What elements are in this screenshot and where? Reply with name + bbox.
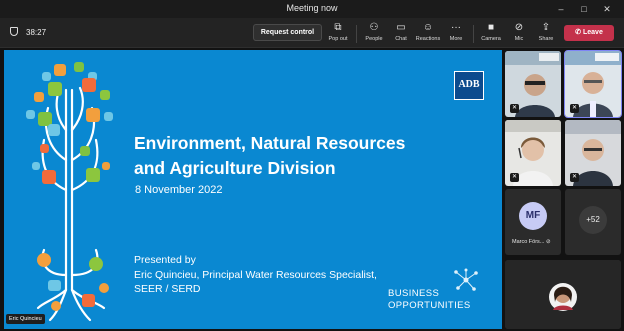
chat-icon: ▭ xyxy=(396,22,406,33)
camera-button[interactable]: ■ Camera xyxy=(476,22,506,46)
chat-button[interactable]: ▭ Chat xyxy=(386,22,416,46)
overflow-count: +52 xyxy=(579,206,607,234)
leaf-icon xyxy=(82,78,96,92)
participant-video-tile[interactable]: ✕ xyxy=(565,120,621,186)
leaf-icon xyxy=(99,283,109,293)
mic-off-icon: ✕ xyxy=(570,173,579,182)
participant-video-tile[interactable]: ✕ xyxy=(564,50,622,118)
participant-video-tile[interactable]: ✕ xyxy=(505,120,561,186)
leaf-icon xyxy=(48,82,62,96)
mic-label: Mic xyxy=(514,36,524,42)
participant-name-text: Marco Förs... xyxy=(512,239,545,245)
tree-illustration xyxy=(26,62,113,322)
toolbar-divider xyxy=(473,25,474,43)
leaf-icon xyxy=(32,162,40,170)
reactions-icon: ☺ xyxy=(422,22,434,33)
mic-off-icon: ✕ xyxy=(570,104,579,113)
slide-title: Environment, Natural Resources and Agric… xyxy=(134,131,405,181)
mic-button[interactable]: ⊘ Mic xyxy=(504,22,534,46)
people-button[interactable]: ⚇ People xyxy=(359,22,389,46)
presenter-name: Eric Quincieu, Principal Water Resources… xyxy=(134,268,377,281)
share-button[interactable]: ⇪ Share xyxy=(531,22,561,46)
business-opportunities-logo: BUSINESS OPPORTUNITIES xyxy=(388,288,471,311)
leaf-icon xyxy=(51,301,61,311)
close-button[interactable]: ✕ xyxy=(596,0,618,18)
camera-icon: ■ xyxy=(487,22,495,33)
more-label: More xyxy=(449,36,463,42)
request-control-button[interactable]: Request control xyxy=(253,24,322,41)
meeting-toolbar: 38:27 Request control ⧉ Pop out ⚇ People ▭… xyxy=(0,18,624,48)
people-label: People xyxy=(365,36,383,42)
participant-avatar-tile[interactable]: MF Marco Förs... ⊘ xyxy=(505,189,561,255)
shared-slide[interactable]: ADB Environment, Natural Resources and A… xyxy=(4,50,502,329)
title-bar: Meeting now – □ ✕ xyxy=(0,0,624,18)
leaf-icon xyxy=(89,257,103,271)
participant-name: Marco Förs... ⊘ xyxy=(512,239,551,245)
leaf-icon xyxy=(80,146,90,156)
pop-out-label: Pop out xyxy=(328,36,348,42)
maximize-button[interactable]: □ xyxy=(573,0,595,18)
leave-button[interactable]: ✆ Leave xyxy=(564,25,614,41)
window-title: Meeting now xyxy=(286,3,338,13)
phone-icon: ✆ xyxy=(575,29,582,36)
leaf-icon xyxy=(54,64,66,76)
leaf-icon xyxy=(82,294,95,307)
presented-by-label: Presented by xyxy=(134,254,196,266)
presenter-unit: SEER / SERD xyxy=(134,283,201,295)
leaf-icon xyxy=(48,124,60,136)
slide-title-line: Environment, Natural Resources xyxy=(134,133,406,153)
leave-label: Leave xyxy=(582,29,603,36)
presenter-block: Presented by Eric Quincieu, Principal Wa… xyxy=(134,253,377,297)
pop-out-button[interactable]: ⧉ Pop out xyxy=(323,22,353,46)
timer-text: 38:27 xyxy=(26,28,47,37)
participant-video-tile[interactable]: ✕ xyxy=(505,51,561,117)
people-icon: ⚇ xyxy=(369,22,379,33)
more-icon: ··· xyxy=(451,22,461,33)
more-button[interactable]: ··· More xyxy=(441,22,471,46)
share-label: Share xyxy=(538,36,554,42)
leaf-icon xyxy=(40,144,49,153)
leaf-icon xyxy=(100,90,110,100)
reactions-label: Reactions xyxy=(415,36,441,42)
leaf-icon xyxy=(42,170,56,184)
leaf-icon xyxy=(102,162,110,170)
business-line: OPPORTUNITIES xyxy=(388,299,471,311)
leaf-icon xyxy=(34,92,44,102)
toolbar-divider xyxy=(356,25,357,43)
mic-off-icon: ⊘ xyxy=(545,239,551,245)
meeting-timer: 38:27 xyxy=(10,27,46,37)
mic-off-icon: ✕ xyxy=(510,173,519,182)
leaf-icon xyxy=(26,110,35,119)
self-video-tile[interactable] xyxy=(505,260,621,329)
leaf-icon xyxy=(104,112,113,121)
share-icon: ⇪ xyxy=(541,22,551,33)
business-line: BUSINESS xyxy=(388,288,440,299)
mic-off-icon: ✕ xyxy=(510,104,519,113)
overflow-participants-tile[interactable]: +52 xyxy=(565,189,621,255)
leaf-icon xyxy=(86,108,100,122)
leaf-icon xyxy=(86,168,100,182)
slide-title-line: and Agriculture Division xyxy=(134,158,336,178)
pop-out-icon: ⧉ xyxy=(334,22,342,33)
shield-icon xyxy=(10,27,18,36)
avatar: MF xyxy=(519,202,547,230)
leaf-icon xyxy=(38,112,52,126)
self-video xyxy=(505,260,621,329)
leaf-icon xyxy=(48,280,61,291)
minimize-button[interactable]: – xyxy=(550,0,572,18)
chat-label: Chat xyxy=(395,36,407,42)
mic-icon: ⊘ xyxy=(514,22,524,33)
adb-logo: ADB xyxy=(454,71,484,100)
reactions-button[interactable]: ☺ Reactions xyxy=(413,22,443,46)
presenter-name-tag: Eric Quincieu xyxy=(6,314,45,324)
camera-label: Camera xyxy=(481,36,501,42)
slide-date: 8 November 2022 xyxy=(135,184,223,196)
leaf-icon xyxy=(42,72,51,81)
leaf-icon xyxy=(74,62,84,72)
leaf-icon xyxy=(37,253,51,267)
